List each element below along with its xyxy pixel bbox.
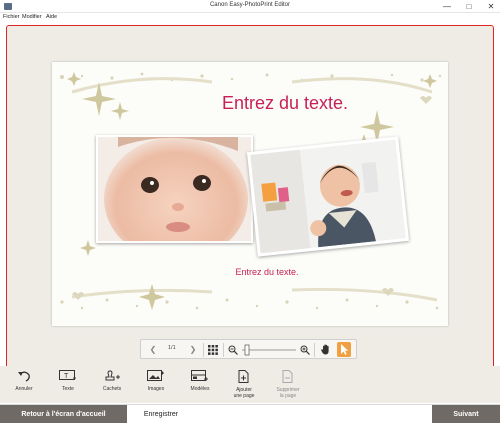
previous-page-button[interactable]: ❮ bbox=[147, 343, 159, 357]
page-indicator: 1/1 bbox=[168, 345, 176, 351]
layout-canvas[interactable]: Entrez du texte. Entrez du texte. bbox=[52, 62, 448, 326]
menu-file[interactable]: Fichier bbox=[3, 14, 20, 20]
menu-edit[interactable]: Modifier bbox=[22, 14, 42, 20]
photo-frame-1[interactable] bbox=[96, 135, 253, 243]
text-tool-button[interactable]: T Texte bbox=[48, 370, 88, 392]
view-toolbar: ❮ 1/1 ❯ bbox=[140, 339, 357, 359]
photo-frame-2[interactable] bbox=[246, 136, 410, 257]
cursor-icon bbox=[341, 344, 349, 355]
footer-bar: Retour à l'écran d'accueil Enregistrer S… bbox=[0, 404, 500, 423]
add-page-label-2: une page bbox=[233, 393, 255, 399]
text-label: Texte bbox=[62, 386, 74, 392]
svg-text:T: T bbox=[64, 373, 69, 380]
template-tool-button[interactable]: Modèles bbox=[180, 370, 220, 392]
next-page-button[interactable]: ❯ bbox=[187, 343, 199, 357]
menu-bar: Fichier Modifier Aide bbox=[0, 13, 500, 24]
zoom-slider[interactable] bbox=[240, 344, 298, 356]
add-page-button[interactable]: Ajouter une page bbox=[224, 370, 264, 399]
subtitle-text-box[interactable]: Entrez du texte. bbox=[202, 267, 332, 277]
tool-bar: Annuler T Texte Cachets Images Modèles A… bbox=[0, 366, 500, 403]
baby-photo-1 bbox=[98, 137, 251, 241]
window-title: Canon Easy-PhotoPrint Editor bbox=[209, 2, 291, 8]
image-icon bbox=[147, 370, 164, 381]
image-label: Images bbox=[147, 386, 165, 392]
add-page-icon bbox=[238, 370, 249, 383]
next-button[interactable]: Suivant bbox=[432, 405, 500, 423]
back-to-home-button[interactable]: Retour à l'écran d'accueil bbox=[0, 405, 127, 423]
title-bar: Canon Easy-PhotoPrint Editor — □ ✕ bbox=[0, 0, 500, 13]
stamp-icon bbox=[105, 370, 120, 381]
grid-view-icon[interactable] bbox=[207, 343, 219, 357]
undo-icon bbox=[18, 371, 30, 382]
delete-page-button[interactable]: Supprimer la page bbox=[268, 370, 308, 399]
stamp-tool-button[interactable]: Cachets bbox=[92, 370, 132, 392]
delete-page-icon bbox=[282, 370, 293, 383]
zoom-out-icon[interactable] bbox=[227, 343, 239, 357]
hand-tool-icon[interactable] bbox=[319, 343, 333, 357]
delete-page-label-2: la page bbox=[279, 393, 297, 399]
close-icon[interactable]: ✕ bbox=[480, 0, 500, 13]
template-icon bbox=[191, 370, 208, 381]
select-tool-button[interactable] bbox=[337, 342, 351, 357]
menu-help[interactable]: Aide bbox=[46, 14, 57, 20]
image-tool-button[interactable]: Images bbox=[136, 370, 176, 392]
title-text-box[interactable]: Entrez du texte. bbox=[52, 93, 448, 114]
save-button[interactable]: Enregistrer bbox=[127, 405, 195, 423]
zoom-in-icon[interactable] bbox=[299, 343, 311, 357]
minimize-icon[interactable]: — bbox=[436, 0, 458, 13]
template-label: Modèles bbox=[190, 386, 210, 392]
text-icon: T bbox=[59, 370, 76, 380]
undo-label: Annuler bbox=[15, 386, 33, 392]
maximize-icon[interactable]: □ bbox=[458, 0, 480, 13]
stamp-label: Cachets bbox=[102, 386, 122, 392]
undo-button[interactable]: Annuler bbox=[4, 370, 44, 392]
baby-photo-2 bbox=[250, 139, 406, 254]
